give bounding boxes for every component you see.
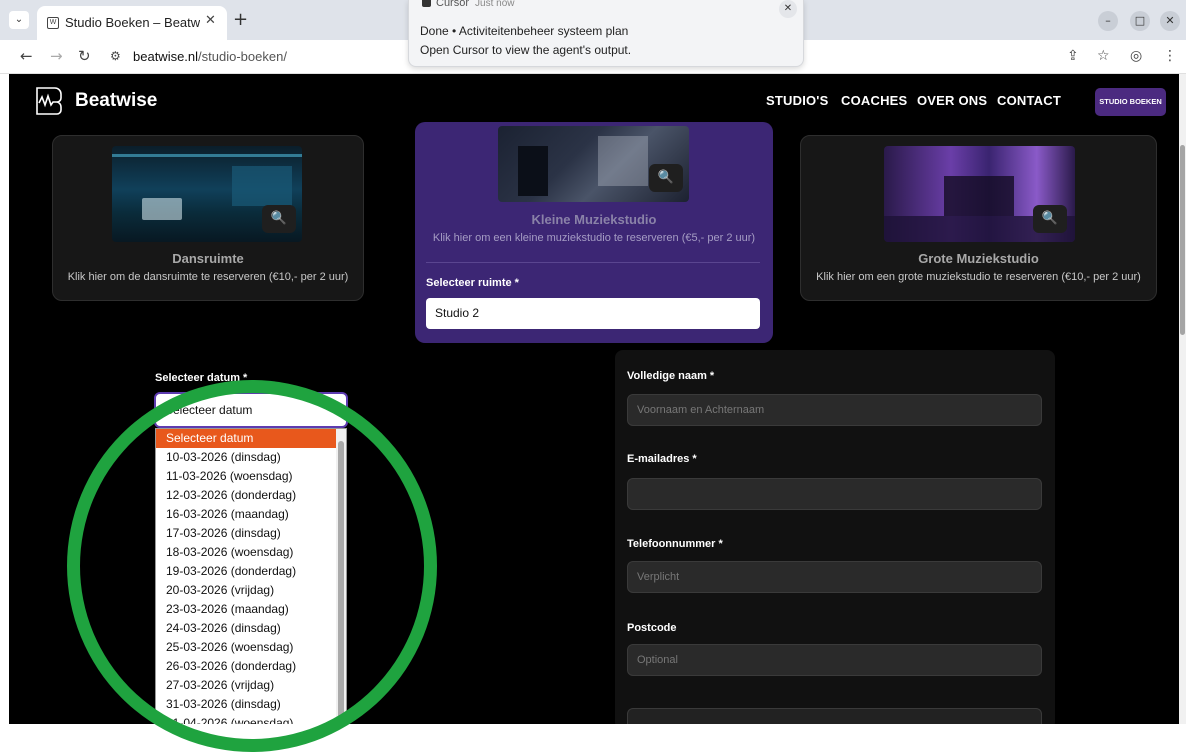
profile-icon[interactable]: ◎ [1130, 48, 1142, 64]
room-description: Klik hier om een grote muziekstudio te r… [816, 271, 1141, 283]
room-card-kleine-muziekstudio[interactable]: 🔍 Kleine Muziekstudio Klik hier om een k… [415, 122, 773, 343]
phone-field[interactable]: Verplicht [627, 561, 1042, 593]
new-tab-icon[interactable]: + [233, 9, 248, 30]
room-select-label: Selecteer ruimte * [426, 277, 519, 289]
room-title: Grote Muziekstudio [918, 251, 1039, 266]
tab-favicon-icon: W [47, 17, 59, 29]
browser-tab[interactable]: W Studio Boeken – Beatwise ✕ [37, 6, 227, 40]
nav-contact[interactable]: CONTACT [997, 93, 1061, 108]
install-icon[interactable]: ⇪ [1067, 48, 1079, 64]
notification-body: Open Cursor to view the agent's output. [420, 43, 632, 57]
page-scroll-thumb[interactable] [1180, 145, 1185, 335]
notification-close-icon[interactable]: ✕ [779, 0, 797, 18]
back-icon[interactable]: ← [20, 47, 33, 65]
tab-close-icon[interactable]: ✕ [205, 13, 216, 28]
forward-icon[interactable]: → [50, 47, 63, 65]
studio-boeken-button[interactable]: STUDIO BOEKEN [1095, 88, 1166, 116]
postcode-label: Postcode [627, 622, 677, 634]
site-settings-icon[interactable]: ⚙ [110, 49, 121, 63]
contact-form-panel: Volledige naam * Voornaam en Achternaam … [615, 350, 1055, 724]
zoom-icon[interactable]: 🔍 [262, 205, 296, 233]
room-card-grote-muziekstudio[interactable]: 🔍 Grote Muziekstudio Klik hier om een gr… [800, 135, 1157, 301]
room-select[interactable]: Studio 2 [426, 298, 760, 329]
minimize-icon[interactable]: – [1098, 11, 1118, 31]
site-header: Beatwise STUDIO'S COACHES OVER ONS CONTA… [9, 74, 1179, 128]
zoom-icon[interactable]: 🔍 [649, 164, 683, 192]
room-description: Klik hier om een kleine muziekstudio te … [432, 232, 756, 244]
menu-icon[interactable]: ⋮ [1163, 48, 1177, 64]
beatwise-logo-icon[interactable] [33, 84, 65, 116]
email-label: E-mailadres * [627, 453, 697, 465]
maximize-icon[interactable]: □ [1130, 11, 1150, 31]
annotation-circle [67, 380, 437, 752]
brand-name[interactable]: Beatwise [75, 90, 157, 112]
name-field[interactable]: Voornaam en Achternaam [627, 394, 1042, 426]
notification-title: Done • Activiteitenbeheer systeem plan [420, 24, 629, 38]
cursor-app-icon [422, 0, 431, 7]
zoom-icon[interactable]: 🔍 [1033, 205, 1067, 233]
star-icon[interactable]: ☆ [1097, 48, 1110, 64]
tab-search-dropdown-icon[interactable]: ⌄ [9, 11, 29, 29]
room-description: Klik hier om de dansruimte te reserveren… [67, 271, 349, 283]
availability-info-box [627, 708, 1042, 724]
nav-coaches[interactable]: COACHES [841, 93, 907, 108]
email-field[interactable] [627, 478, 1042, 510]
nav-over-ons[interactable]: OVER ONS [917, 93, 987, 108]
nav-studios[interactable]: STUDIO'S [766, 93, 828, 108]
name-label: Volledige naam * [627, 370, 715, 382]
reload-icon[interactable]: ↻ [78, 47, 91, 65]
room-title: Dansruimte [172, 251, 244, 266]
postcode-field[interactable]: Optional [627, 644, 1042, 676]
cursor-notification[interactable]: Cursor Just now ✕ Done • Activiteitenbehe… [408, 0, 804, 67]
tab-title: Studio Boeken – Beatwise [65, 15, 200, 30]
url-field[interactable]: beatwise.nl/studio-boeken/ [133, 49, 287, 64]
close-window-icon[interactable]: ✕ [1160, 11, 1180, 31]
divider [426, 262, 760, 263]
phone-label: Telefoonnummer * [627, 538, 723, 550]
room-card-dansruimte[interactable]: 🔍 Dansruimte Klik hier om de dansruimte … [52, 135, 364, 301]
room-title: Kleine Muziekstudio [531, 212, 657, 227]
notification-app: Cursor Just now [422, 0, 514, 9]
